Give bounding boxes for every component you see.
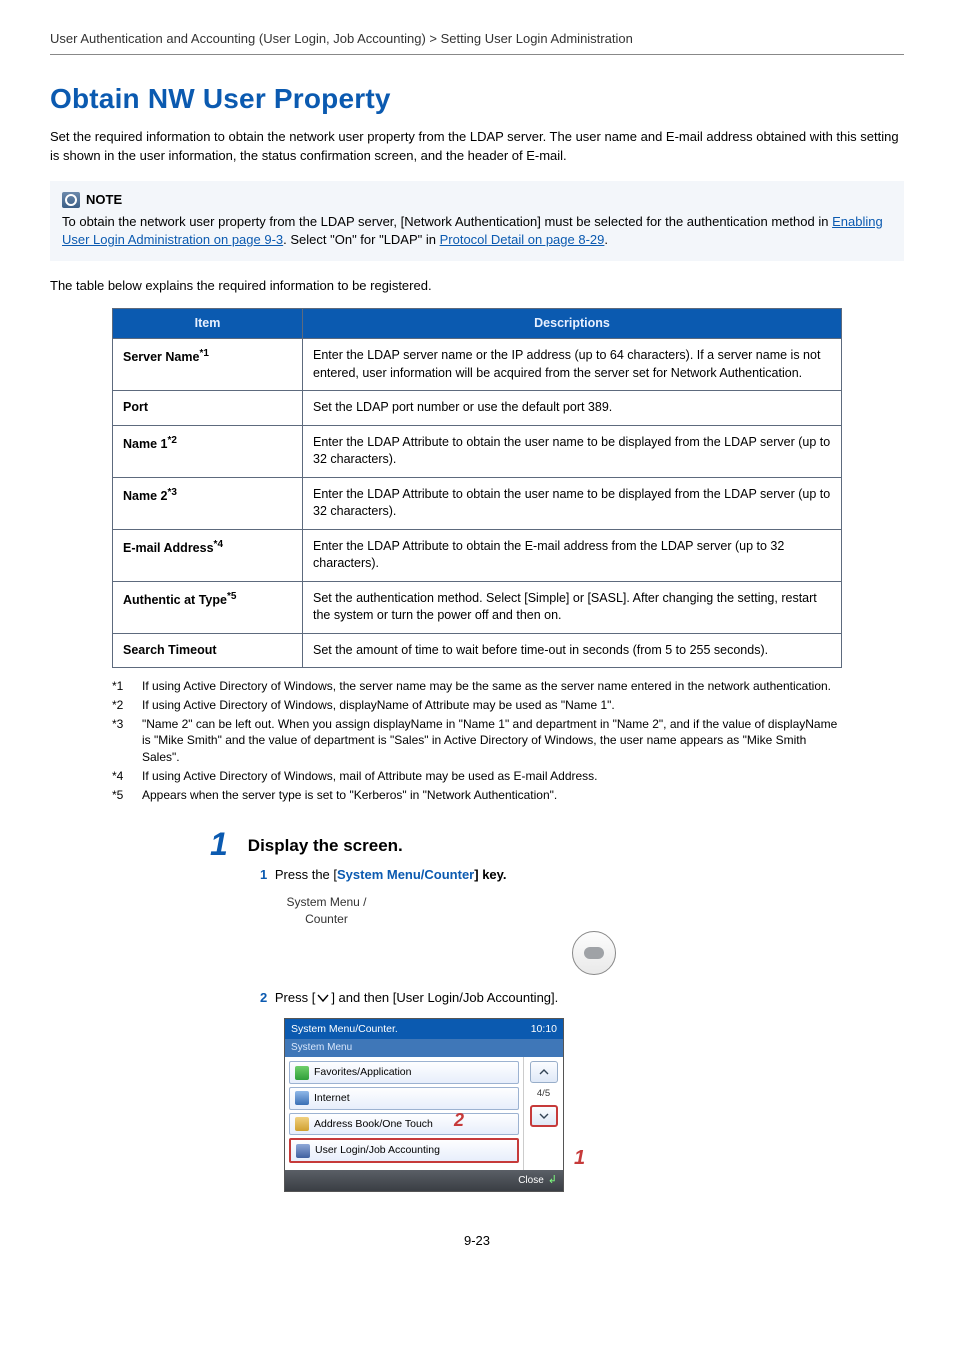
footnote-tag: *4 (112, 768, 130, 785)
screen-mock: System Menu/Counter. 10:10 System Menu F… (284, 1018, 564, 1193)
substep-2-pre: Press [ (275, 990, 315, 1005)
footnote: *4 If using Active Directory of Windows, … (112, 768, 842, 785)
close-button[interactable]: Close (518, 1174, 544, 1188)
footnote-text: If using Active Directory of Windows, ma… (142, 768, 598, 785)
th-desc: Descriptions (303, 308, 842, 339)
footnotes: *1 If using Active Directory of Windows, … (112, 678, 842, 804)
menu-item[interactable]: Favorites/Application (289, 1061, 519, 1084)
table-row: Server Name*1Enter the LDAP server name … (113, 339, 842, 391)
substep-2: 2 Press [ ] and then [User Login/Job Acco… (260, 989, 904, 1007)
keycap-illustration: System Menu / Counter (284, 894, 904, 976)
substep-1: 1 Press the [System Menu/Counter] key. (260, 866, 904, 884)
note-text-mid: . Select "On" for "LDAP" in (283, 232, 439, 247)
page-number: 9-23 (50, 1232, 904, 1250)
th-item: Item (113, 308, 303, 339)
table-cell-item: Port (113, 391, 303, 426)
footnote-text: Appears when the server type is set to "… (142, 787, 557, 804)
table-cell-item: Name 1*2 (113, 425, 303, 477)
menu-item-label: Address Book/One Touch (314, 1117, 433, 1132)
footnote-text: If using Active Directory of Windows, th… (142, 678, 831, 695)
enter-icon: ↲ (548, 1173, 557, 1188)
substep-1-kbd: System Menu/Counter (337, 867, 474, 882)
substep-1-num: 1 (260, 867, 267, 882)
menu-item-icon (295, 1066, 309, 1080)
page-indicator: 4/5 (537, 1087, 550, 1100)
callout-1: 1 (574, 1144, 585, 1172)
table-cell-item: Search Timeout (113, 633, 303, 668)
table-row: PortSet the LDAP port number or use the … (113, 391, 842, 426)
footnote-tag: *2 (112, 697, 130, 714)
keycap-label-1: System Menu / (284, 894, 369, 911)
note-box: NOTE To obtain the network user property… (50, 181, 904, 262)
chevron-down-icon (315, 991, 331, 1005)
spec-table: Item Descriptions Server Name*1Enter the… (112, 308, 842, 669)
screen-mock-wrap: System Menu/Counter. 10:10 System Menu F… (284, 1018, 584, 1193)
keycap-button (572, 931, 616, 975)
pre-table-text: The table below explains the required in… (50, 277, 904, 295)
footnote-tag: *1 (112, 678, 130, 695)
intro-paragraph: Set the required information to obtain t… (50, 128, 904, 164)
table-cell-item: E-mail Address*4 (113, 529, 303, 581)
breadcrumb: User Authentication and Accounting (User… (50, 30, 904, 55)
screen-title: System Menu/Counter. (291, 1022, 398, 1037)
note-icon (62, 192, 80, 208)
note-label: NOTE (86, 191, 122, 209)
screen-time: 10:10 (531, 1022, 557, 1037)
scroll-down-button[interactable] (530, 1105, 558, 1127)
note-text-pre: To obtain the network user property from… (62, 214, 832, 229)
step-1-header: 1 Display the screen. (210, 828, 904, 860)
note-link-2[interactable]: Protocol Detail on page 8-29 (440, 232, 605, 247)
table-cell-desc: Enter the LDAP server name or the IP add… (303, 339, 842, 391)
table-row: Authentic at Type*5Set the authenticatio… (113, 581, 842, 633)
footnote: *3"Name 2" can be left out. When you ass… (112, 716, 842, 766)
table-cell-desc: Set the amount of time to wait before ti… (303, 633, 842, 668)
substep-1-post: ] key. (474, 867, 506, 882)
menu-item-icon (296, 1144, 310, 1158)
table-cell-item: Name 2*3 (113, 477, 303, 529)
note-body: To obtain the network user property from… (62, 213, 892, 249)
table-row: Name 1*2Enter the LDAP Attribute to obta… (113, 425, 842, 477)
screen-subbar: System Menu (285, 1039, 563, 1057)
table-cell-item: Server Name*1 (113, 339, 303, 391)
footnote-text: If using Active Directory of Windows, di… (142, 697, 615, 714)
table-row: Name 2*3Enter the LDAP Attribute to obta… (113, 477, 842, 529)
note-text-post: . (604, 232, 608, 247)
keycap-label-2: Counter (284, 911, 369, 928)
menu-item-icon (295, 1117, 309, 1131)
table-cell-desc: Enter the LDAP Attribute to obtain the u… (303, 477, 842, 529)
menu-item[interactable]: Address Book/One Touch (289, 1113, 519, 1136)
table-cell-desc: Enter the LDAP Attribute to obtain the u… (303, 425, 842, 477)
footnote-tag: *5 (112, 787, 130, 804)
menu-item-label: Favorites/Application (314, 1065, 411, 1080)
menu-item[interactable]: User Login/Job Accounting (289, 1138, 519, 1163)
menu-item-icon (295, 1091, 309, 1105)
step-title: Display the screen. (248, 834, 403, 858)
footnote-tag: *3 (112, 716, 130, 766)
table-cell-item: Authentic at Type*5 (113, 581, 303, 633)
menu-item-label: Internet (314, 1091, 350, 1106)
substep-1-pre: Press the [ (275, 867, 337, 882)
step-number: 1 (210, 828, 228, 860)
table-row: E-mail Address*4Enter the LDAP Attribute… (113, 529, 842, 581)
menu-item[interactable]: Internet (289, 1087, 519, 1110)
table-cell-desc: Set the authentication method. Select [S… (303, 581, 842, 633)
table-cell-desc: Set the LDAP port number or use the defa… (303, 391, 842, 426)
footnote: *1 If using Active Directory of Windows, … (112, 678, 842, 695)
table-row: Search TimeoutSet the amount of time to … (113, 633, 842, 668)
footnote: *5 Appears when the server type is set to… (112, 787, 842, 804)
substep-2-post: ] and then [User Login/Job Accounting]. (331, 990, 558, 1005)
substep-2-num: 2 (260, 990, 267, 1005)
footnote-text: "Name 2" can be left out. When you assig… (142, 716, 842, 766)
footnote: *2 If using Active Directory of Windows, … (112, 697, 842, 714)
page-title: Obtain NW User Property (50, 79, 904, 118)
menu-item-label: User Login/Job Accounting (315, 1143, 440, 1158)
scroll-up-button[interactable] (530, 1061, 558, 1083)
table-cell-desc: Enter the LDAP Attribute to obtain the E… (303, 529, 842, 581)
